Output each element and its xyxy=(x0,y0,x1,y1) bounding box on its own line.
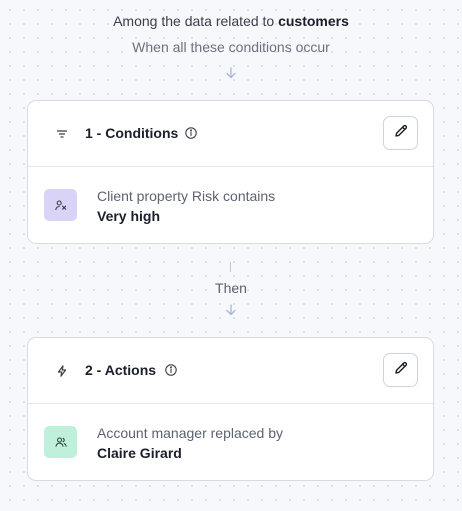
users-icon xyxy=(44,426,77,458)
action-rule-text: Account manager replaced by xyxy=(97,425,283,441)
then-label: Then xyxy=(215,280,247,296)
conditions-card-body: Client property Risk contains Very high xyxy=(28,167,433,243)
conditions-card: 1 - Conditions Client property Risk cont… xyxy=(27,100,434,244)
conditions-title: 1 - Conditions xyxy=(85,125,179,141)
intro-entity: customers xyxy=(278,13,349,29)
condition-rule-value: Very high xyxy=(97,208,161,224)
conditions-subtitle: When all these conditions occur xyxy=(132,39,330,55)
pencil-icon xyxy=(393,360,409,381)
intro-text: Among the data related to customers xyxy=(0,13,462,29)
condition-rule-text: Client property Risk contains xyxy=(97,188,276,204)
connector-line xyxy=(230,262,231,272)
filter-icon xyxy=(55,127,69,141)
actions-card-header: 2 - Actions xyxy=(28,338,433,404)
arrow-down-icon xyxy=(224,66,238,80)
edit-conditions-button[interactable] xyxy=(383,116,418,150)
actions-card-body: Account manager replaced by Claire Girar… xyxy=(28,404,433,480)
edit-actions-button[interactable] xyxy=(383,353,418,387)
actions-title: 2 - Actions xyxy=(85,362,157,378)
intro-prefix: Among the data related to xyxy=(113,13,275,29)
lightning-icon xyxy=(55,364,69,378)
info-icon[interactable] xyxy=(184,126,198,140)
user-property-icon xyxy=(44,189,77,221)
info-icon[interactable] xyxy=(164,363,178,377)
pencil-icon xyxy=(393,123,409,144)
arrow-down-icon xyxy=(224,303,238,317)
action-rule-value: Claire Girard xyxy=(97,445,182,461)
conditions-card-header: 1 - Conditions xyxy=(28,101,433,167)
actions-card: 2 - Actions Account manager replaced by … xyxy=(27,337,434,481)
